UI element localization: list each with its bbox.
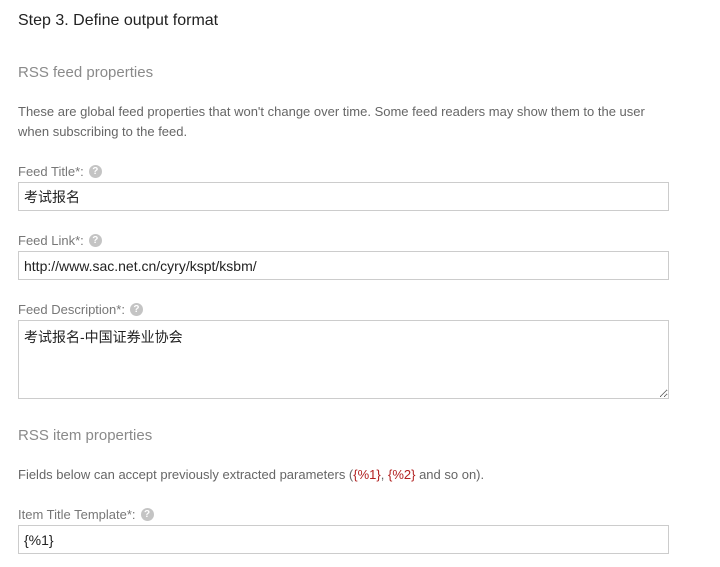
feed-link-input[interactable] [18,251,669,280]
help-icon[interactable]: ? [140,508,154,521]
rss-item-section-title: RSS item properties [18,427,153,444]
help-icon[interactable]: ? [129,303,143,316]
feed-link-label: Feed Link*: ? [18,233,102,248]
feed-title-input[interactable] [18,182,669,211]
step-title: Step 3. Define output format [18,12,219,29]
feed-description-label: Feed Description*: ? [18,302,143,317]
rss-item-description-end: and so on). [415,467,485,482]
rss-item-description-start: Fields below can accept previously extra… [18,467,354,482]
item-title-template-input[interactable] [18,525,669,554]
param-token: {%2} [387,467,416,482]
rss-feed-description: These are global feed properties that wo… [18,104,645,139]
feed-title-label: Feed Title*: ? [18,164,102,179]
param-token: {%1} [353,467,381,482]
help-icon[interactable]: ? [88,234,102,247]
item-title-template-label: Item Title Template*: ? [18,507,154,522]
help-icon[interactable]: ? [88,165,102,178]
feed-description-label-text: Feed Description*: [18,302,125,317]
param-separator: , [380,467,388,482]
rss-feed-section-title: RSS feed properties [18,64,154,81]
feed-link-label-text: Feed Link*: [18,233,84,248]
feed-title-label-text: Feed Title*: [18,164,84,179]
rss-item-description: Fields below can accept previously extra… [18,465,484,485]
feed-description-textarea[interactable]: 考试报名-中国证券业协会 [18,320,669,399]
item-title-template-label-text: Item Title Template*: [18,507,136,522]
